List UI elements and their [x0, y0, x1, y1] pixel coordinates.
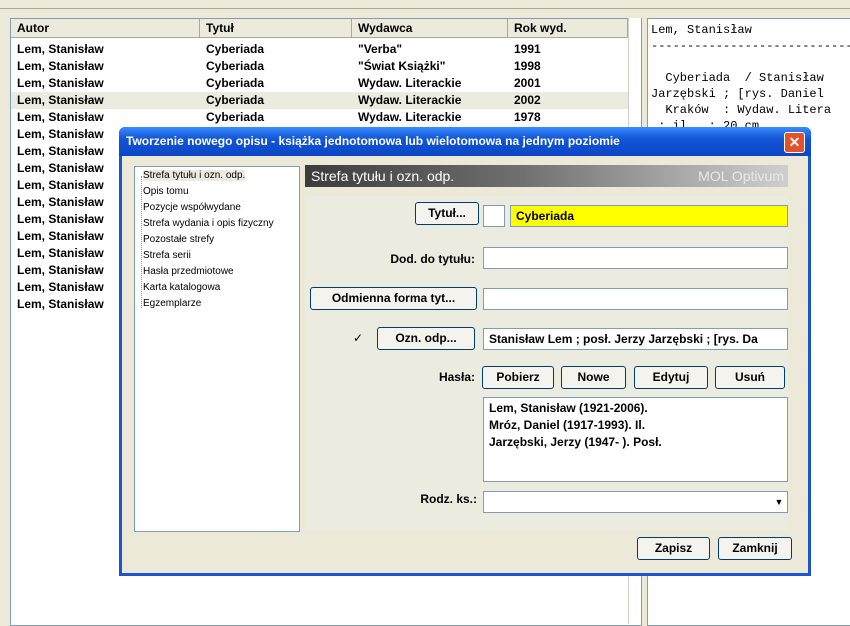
table-row[interactable]: Lem, Stanisław Cyberiada Wydaw. Literackie… [11, 109, 641, 126]
table-cell: Lem, Stanisław [17, 110, 104, 124]
edit-heading-button[interactable]: Edytuj [634, 366, 708, 389]
headings-label: Hasła: [438, 370, 475, 384]
table-cell: Cyberiada [206, 42, 265, 56]
table-cell: Cyberiada [206, 110, 265, 124]
top-toolbar [0, 0, 850, 9]
preview-line: Jarzębski ; [rys. Daniel [651, 87, 824, 101]
tree-item[interactable]: Pozycje współwydane [143, 202, 241, 213]
table-cell: Wydaw. Literackie [358, 110, 462, 124]
subtitle-field[interactable] [483, 247, 788, 269]
heading-item[interactable]: Jarzębski, Jerzy (1947- ). Posł. [489, 434, 787, 451]
table-row[interactable]: Lem, Stanisław Cyberiada "Verba" 1991 [11, 41, 641, 58]
tree-item[interactable]: Opis tomu [143, 186, 189, 197]
table-cell: Cyberiada [206, 59, 265, 73]
table-cell: "Świat Książki" [358, 59, 446, 73]
preview-line [651, 54, 850, 70]
title-button[interactable]: Tytuł... [415, 202, 479, 225]
column-publisher[interactable]: Wydawca [352, 19, 508, 38]
table-cell: 1998 [514, 59, 541, 73]
preview-line: Kraków : Wydaw. Litera [651, 103, 832, 117]
close-icon[interactable]: ✕ [784, 132, 805, 153]
doc-type-label: Rodz. ks.: [420, 492, 477, 506]
tree-item[interactable]: Egzemplarze [143, 298, 201, 309]
table-cell: Lem, Stanisław [17, 59, 104, 73]
preview-line: Lem, Stanisław [651, 23, 752, 37]
brand-label: MOL Optivum [698, 168, 784, 184]
table-cell: 1978 [514, 110, 541, 124]
title-field[interactable]: Cyberiada [510, 205, 788, 227]
heading-item[interactable]: Mróz, Daniel (1917-1993). Il. [489, 417, 787, 434]
table-cell: "Verba" [358, 42, 403, 56]
alt-title-field[interactable] [483, 288, 788, 310]
table-cell: 1991 [514, 42, 541, 56]
heading-item[interactable]: Lem, Stanisław (1921-2006). [489, 400, 787, 417]
doc-type-select[interactable]: ▼ [483, 491, 788, 513]
fetch-button[interactable]: Pobierz [482, 366, 554, 389]
list-header: Autor Tytuł Wydawca Rok wyd. [11, 19, 641, 39]
tree-item[interactable]: Strefa serii [143, 250, 191, 261]
delete-heading-button[interactable]: Usuń [715, 366, 785, 389]
headings-list[interactable]: Lem, Stanisław (1921-2006). Mróz, Daniel… [483, 397, 788, 482]
close-button[interactable]: Zamknij [718, 537, 792, 560]
table-cell: Wydaw. Literackie [358, 76, 462, 90]
table-cell: 2001 [514, 76, 541, 90]
tree-item[interactable]: Strefa tytułu i ozn. odp. [143, 170, 246, 181]
new-heading-button[interactable]: Nowe [561, 366, 626, 389]
responsibility-field[interactable]: Stanisław Lem ; posł. Jerzy Jarzębski ; … [483, 328, 788, 350]
table-cell: Lem, Stanisław [17, 42, 104, 56]
subtitle-label: Dod. do tytułu: [390, 252, 475, 266]
column-year[interactable]: Rok wyd. [508, 19, 628, 38]
table-cell: Wydaw. Literackie [358, 93, 462, 107]
table-cell: 2002 [514, 93, 541, 107]
form-panel: Tytuł... Cyberiada Dod. do tytułu: Odmie… [305, 196, 788, 530]
table-row[interactable]: Lem, Stanisław Cyberiada "Świat Książki" 19… [11, 58, 641, 75]
alt-title-button[interactable]: Odmienna forma tyt... [310, 287, 477, 310]
table-cell: Lem, Stanisław [17, 93, 104, 107]
column-author[interactable]: Autor [11, 19, 200, 38]
tree-item[interactable]: Karta katalogowa [143, 282, 220, 293]
new-record-dialog: Tworzenie nowego opisu - książka jednoto… [119, 127, 811, 576]
save-button[interactable]: Zapisz [637, 537, 710, 560]
section-tree[interactable]: Strefa tytułu i ozn. odp. Opis tomu Pozycj… [134, 166, 300, 532]
dialog-body: Strefa tytułu i ozn. odp. Opis tomu Pozycj… [122, 156, 808, 573]
chevron-down-icon[interactable]: ▼ [771, 492, 787, 512]
preview-line: Cyberiada / Stanisław [651, 71, 824, 85]
dialog-title: Tworzenie nowego opisu - książka jednoto… [126, 134, 620, 148]
table-row[interactable]: Lem, Stanisław Cyberiada Wydaw. Literackie… [11, 92, 641, 109]
table-cell: Lem, Stanisław [17, 76, 104, 90]
column-title[interactable]: Tytuł [200, 19, 352, 38]
tree-item[interactable]: Hasła przedmiotowe [143, 266, 234, 277]
section-banner: Strefa tytułu i ozn. odp. MOL Optivum [305, 165, 788, 187]
tree-item[interactable]: Pozostałe strefy [143, 234, 214, 245]
table-row[interactable]: Lem, Stanisław Cyberiada Wydaw. Literackie… [11, 75, 641, 92]
section-title: Strefa tytułu i ozn. odp. [311, 168, 455, 184]
dialog-titlebar[interactable]: Tworzenie nowego opisu - książka jednoto… [119, 127, 811, 156]
title-marker-field[interactable] [483, 205, 505, 227]
responsibility-button[interactable]: Ozn. odp... [377, 327, 475, 350]
table-cell: Cyberiada [206, 93, 265, 107]
preview-line: ---------------------------- [651, 39, 850, 53]
responsibility-checkbox[interactable]: ✓ [353, 331, 363, 345]
tree-item[interactable]: Strefa wydania i opis fizyczny [143, 218, 274, 229]
table-cell: Cyberiada [206, 76, 265, 90]
